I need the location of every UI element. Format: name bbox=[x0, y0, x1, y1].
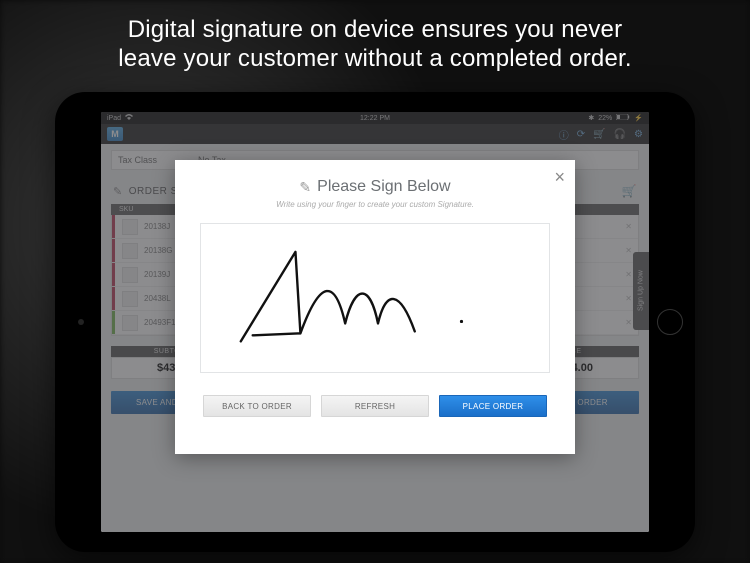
promo-headline: Digital signature on device ensures you … bbox=[0, 16, 750, 74]
signature-canvas[interactable] bbox=[200, 223, 550, 373]
refresh-signature-button[interactable]: REFRESH bbox=[321, 395, 429, 417]
headline-line2: leave your customer without a completed … bbox=[118, 45, 631, 72]
modal-title-row: ✎ Please Sign Below bbox=[193, 178, 557, 196]
close-icon[interactable]: × bbox=[554, 168, 565, 186]
place-order-modal-button[interactable]: PLACE ORDER bbox=[439, 395, 547, 417]
headline-line1: Digital signature on device ensures you … bbox=[128, 16, 623, 43]
pencil-icon: ✎ bbox=[299, 179, 311, 196]
back-to-order-button[interactable]: BACK TO ORDER bbox=[203, 395, 311, 417]
modal-button-row: BACK TO ORDER REFRESH PLACE ORDER bbox=[193, 395, 557, 417]
signature-stroke bbox=[201, 224, 549, 373]
modal-title: Please Sign Below bbox=[317, 178, 450, 196]
ipad-screen: iPad 12:22 PM ✱ 22% ⚡ M ⓘ ⟳ 🛒 bbox=[101, 112, 649, 532]
ipad-frame: iPad 12:22 PM ✱ 22% ⚡ M ⓘ ⟳ 🛒 bbox=[55, 92, 695, 552]
signature-modal: × ✎ Please Sign Below Write using your f… bbox=[175, 160, 575, 454]
modal-subtitle: Write using your finger to create your c… bbox=[193, 200, 557, 209]
